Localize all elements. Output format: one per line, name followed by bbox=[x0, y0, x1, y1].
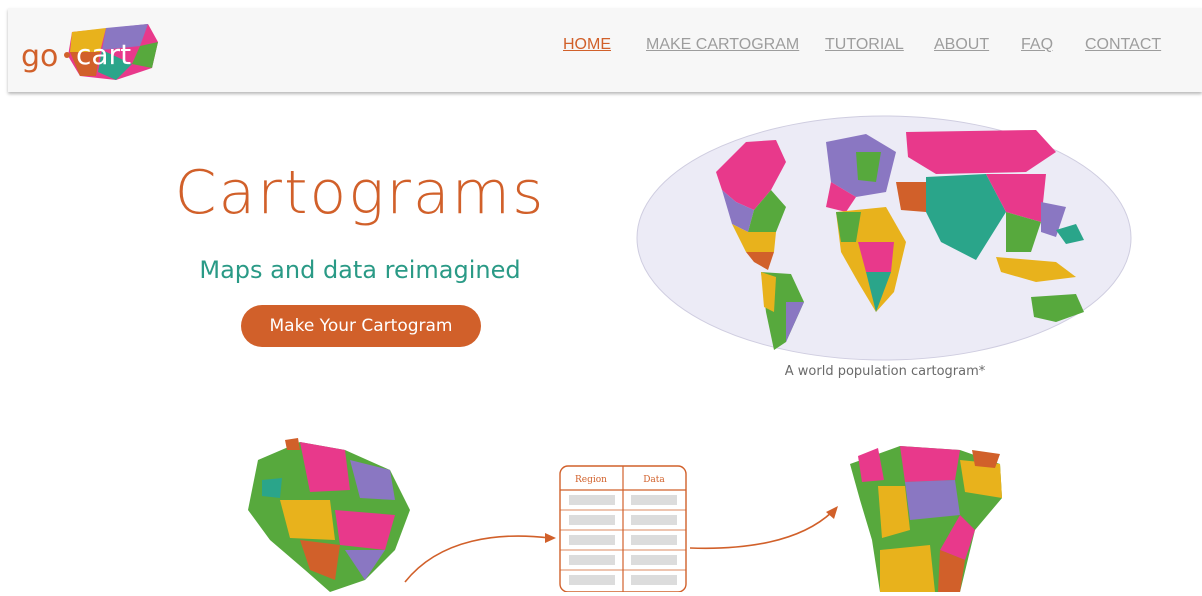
hero-title: Cartograms bbox=[174, 158, 546, 228]
nav-tutorial-link[interactable]: TUTORIAL bbox=[825, 36, 904, 54]
how-it-works-illustration: Region Data bbox=[0, 420, 1202, 596]
top-navbar: go cart HOME MAKE CARTOGRAM TUTORIAL ABO… bbox=[8, 8, 1202, 92]
data-table-icon: Region Data bbox=[559, 465, 687, 593]
nav-contact-link[interactable]: CONTACT bbox=[1085, 36, 1161, 54]
gocart-logo[interactable]: go cart bbox=[20, 22, 170, 84]
nav-faq-link[interactable]: FAQ bbox=[1021, 36, 1053, 54]
world-cartogram-image bbox=[636, 112, 1136, 366]
table-header-region: Region bbox=[575, 475, 607, 485]
hero-subtitle: Maps and data reimagined bbox=[199, 256, 521, 284]
table-header-data: Data bbox=[643, 475, 665, 485]
world-cartogram-caption: A world population cartogram* bbox=[784, 364, 986, 379]
logo-text-cart: cart bbox=[76, 38, 131, 71]
nav-make-cartogram-link[interactable]: MAKE CARTOGRAM bbox=[646, 36, 799, 54]
brazil-cartogram-icon bbox=[850, 446, 1002, 592]
nav-about-link[interactable]: ABOUT bbox=[934, 36, 989, 54]
nav-home-link[interactable]: HOME bbox=[563, 36, 611, 54]
brazil-map-icon bbox=[248, 438, 410, 592]
make-your-cartogram-button[interactable]: Make Your Cartogram bbox=[241, 305, 481, 347]
logo-text-go: go bbox=[21, 39, 58, 74]
